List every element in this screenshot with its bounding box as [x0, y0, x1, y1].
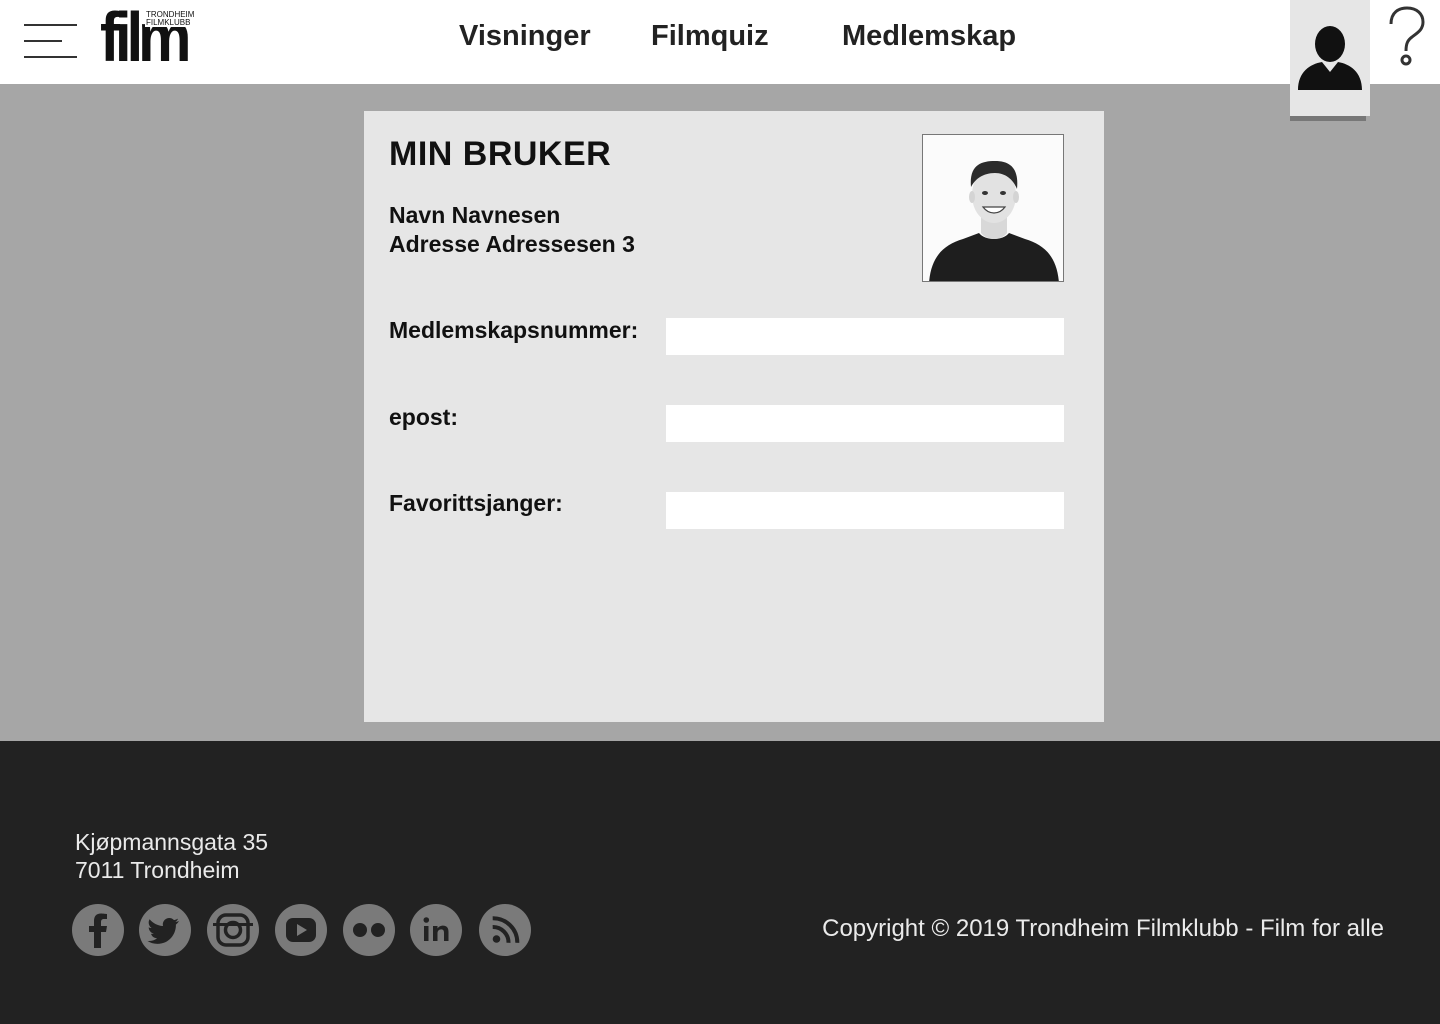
- nav-medlemskap[interactable]: Medlemskap: [842, 20, 1016, 53]
- youtube-icon[interactable]: [275, 904, 327, 956]
- copyright-text: Copyright © 2019 Trondheim Filmklubb - F…: [822, 915, 1384, 942]
- top-header: film TRONDHEIM FILMKLUBB Visninger Filmq…: [0, 0, 1440, 121]
- active-tab-indicator: [1290, 116, 1366, 121]
- logo[interactable]: film TRONDHEIM FILMKLUBB: [100, 2, 195, 72]
- favorite-genre-input[interactable]: [666, 492, 1064, 529]
- footer: Kjøpmannsgata 35 7011 Trondheim Copyrigh…: [0, 741, 1440, 1024]
- hamburger-line: [24, 24, 77, 26]
- nav-filmquiz[interactable]: Filmquiz: [651, 20, 769, 53]
- page-title: MIN BRUKER: [389, 135, 612, 173]
- logo-subtitle: TRONDHEIM FILMKLUBB: [145, 11, 195, 27]
- hamburger-line: [24, 40, 62, 42]
- question-mark-icon[interactable]: [1385, 6, 1429, 70]
- rss-icon[interactable]: [479, 904, 531, 956]
- facebook-icon[interactable]: [72, 904, 124, 956]
- profile-button[interactable]: [1290, 0, 1370, 121]
- email-label: epost:: [389, 404, 458, 430]
- email-input[interactable]: [666, 405, 1064, 442]
- twitter-icon[interactable]: [139, 904, 191, 956]
- user-icon: [1298, 26, 1362, 90]
- membership-number-input[interactable]: [666, 318, 1064, 355]
- hamburger-menu-icon[interactable]: [24, 22, 77, 60]
- hamburger-line: [24, 56, 77, 58]
- user-name: Navn Navnesen: [389, 202, 561, 228]
- instagram-icon[interactable]: [207, 904, 259, 956]
- footer-address-street: Kjøpmannsgata 35: [75, 829, 269, 855]
- profile-photo[interactable]: [922, 134, 1064, 282]
- favorite-genre-label: Favorittsjanger:: [389, 490, 563, 516]
- nav-visninger[interactable]: Visninger: [459, 20, 591, 53]
- linkedin-icon[interactable]: [410, 904, 462, 956]
- footer-address-city: 7011 Trondheim: [75, 857, 240, 883]
- user-address: Adresse Adressesen 3: [389, 231, 635, 257]
- flickr-icon[interactable]: [343, 904, 395, 956]
- logo-subtitle-line2: FILMKLUBB: [146, 18, 191, 27]
- profile-card: MIN BRUKER Navn Navnesen Adresse Adresse…: [364, 111, 1104, 722]
- membership-number-label: Medlemskapsnummer:: [389, 317, 639, 343]
